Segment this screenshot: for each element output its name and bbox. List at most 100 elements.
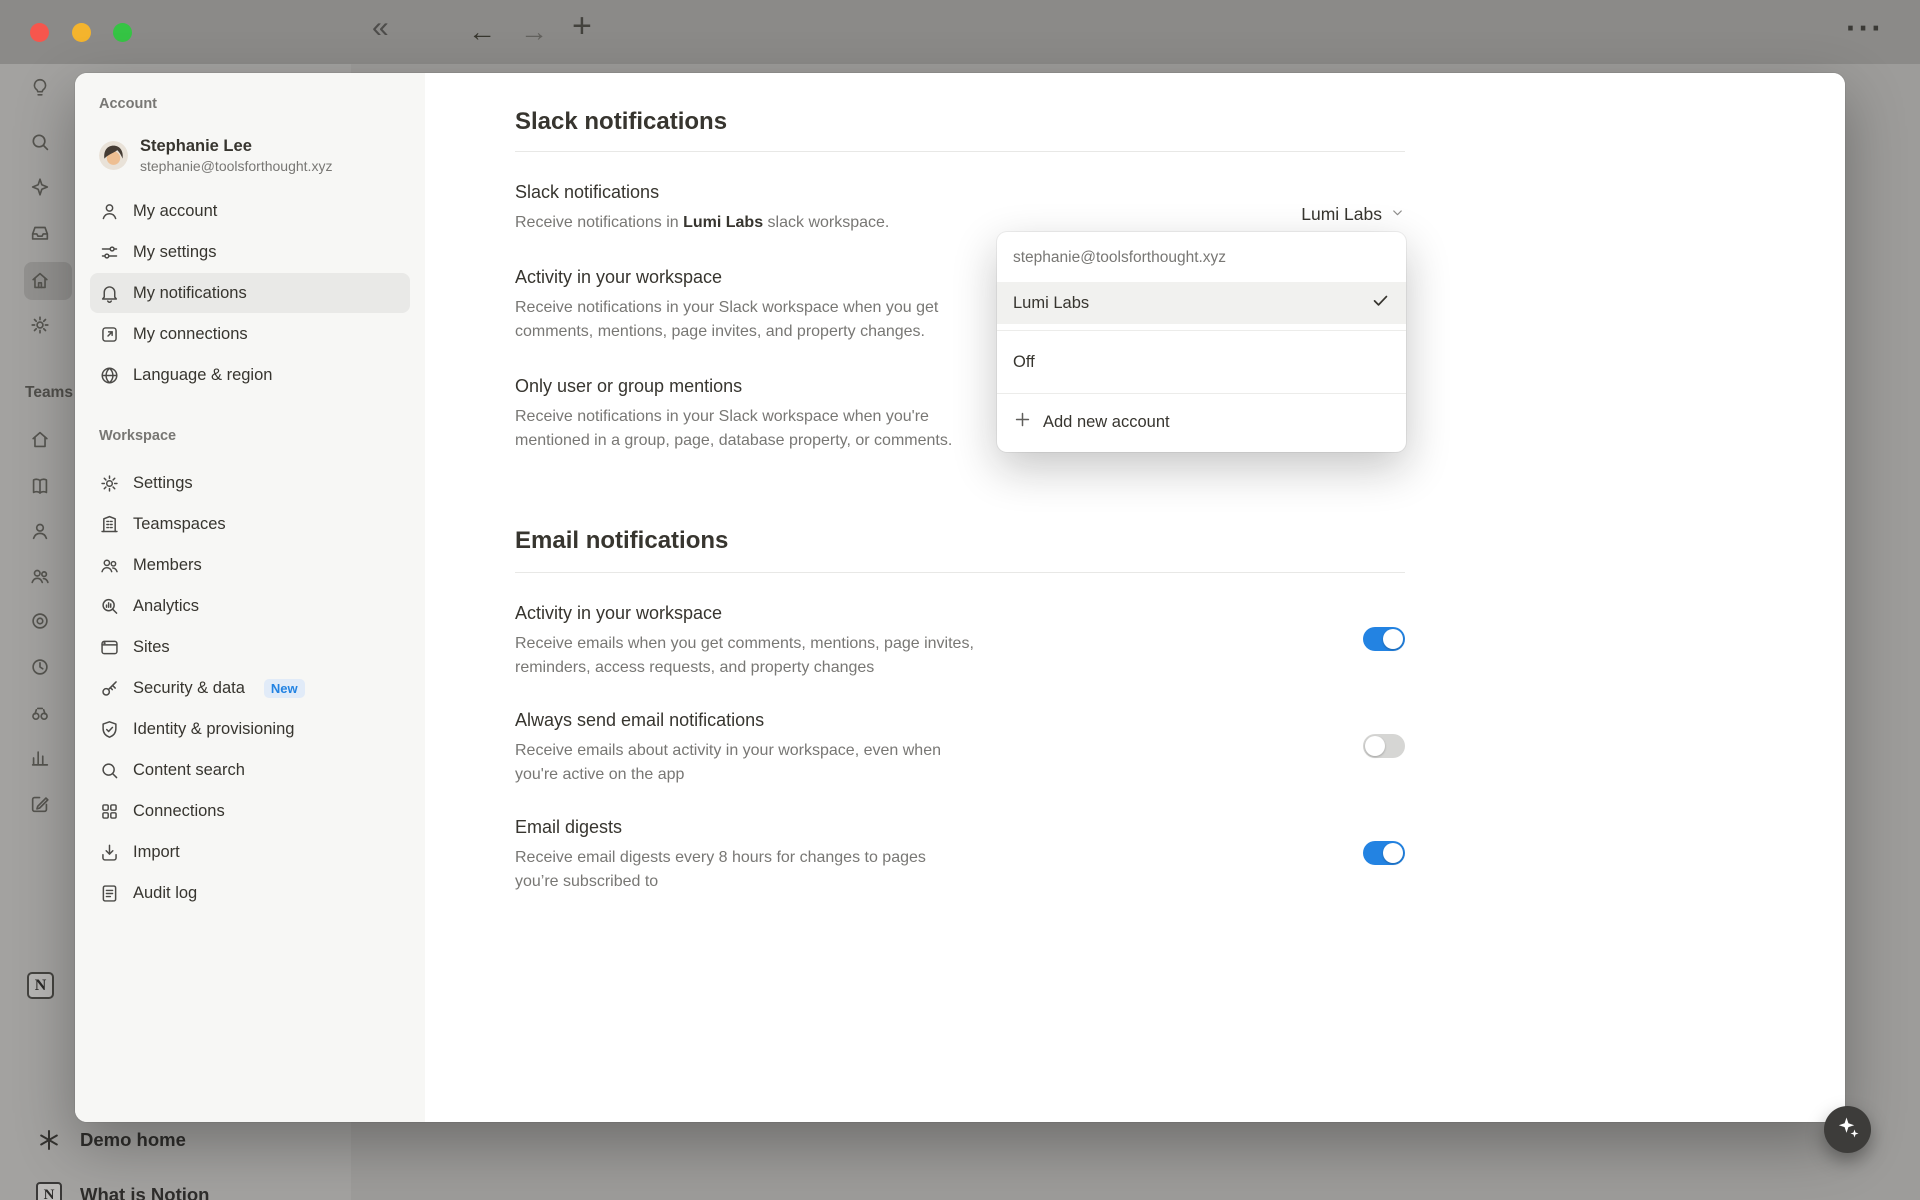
document-icon [99,883,120,904]
gear-icon [99,473,120,494]
dropdown-account-email: stephanie@toolsforthought.xyz [997,232,1406,282]
sidebar-collapse-icon[interactable]: « [372,8,389,48]
sparkle-icon [1836,1115,1860,1144]
email-always-send-row: Always send email notifications Receive … [515,708,1405,787]
notion-logo[interactable]: N [27,972,54,999]
dropdown-option-off[interactable]: Off [997,337,1406,387]
account-user-row[interactable]: Stephanie Lee stephanie@toolsforthought.… [90,131,410,179]
chevron-down-icon [1390,204,1405,225]
email-always-send-toggle[interactable] [1363,734,1405,758]
traffic-light-close[interactable] [30,23,49,42]
sidebar-item-settings[interactable]: Settings [90,463,410,503]
binoculars-icon[interactable] [29,702,51,724]
row-title: Always send email notifications [515,708,1275,732]
toggle-knob [1365,736,1385,756]
person-icon[interactable] [29,520,51,542]
people-icon[interactable] [29,565,51,587]
avatar [99,141,128,170]
new-tab-icon[interactable]: + [572,6,592,46]
window-titlebar [0,0,1920,64]
key-icon [99,678,120,699]
bell-icon [99,283,120,304]
more-options-icon[interactable]: ··· [1846,8,1884,48]
email-activity-row: Activity in your workspace Receive email… [515,601,1405,680]
user-email: stephanie@toolsforthought.xyz [140,157,332,175]
sidebar-item-audit-log[interactable]: Audit log [90,873,410,913]
traffic-light-minimize[interactable] [72,23,91,42]
inbox-icon[interactable] [29,222,51,244]
toggle-knob [1383,629,1403,649]
notion-page-icon: N [36,1182,62,1200]
building-icon [99,514,120,535]
slack-section-title: Slack notifications [515,106,1405,138]
sidebar-item-my-connections[interactable]: My connections [90,314,410,354]
sidebar-item-my-settings[interactable]: My settings [90,232,410,272]
sidebar-item-connections[interactable]: Connections [90,791,410,831]
sidebar-item-sites[interactable]: Sites [90,627,410,667]
email-section: Email notifications Activity in your wor… [515,525,1405,894]
search-icon[interactable] [29,131,51,153]
divider [997,330,1406,331]
check-icon [1371,291,1390,315]
asterisk-icon [36,1127,62,1153]
row-title: Email digests [515,815,1275,839]
people-icon [99,555,120,576]
plus-icon [1013,410,1032,434]
row-desc: Receive emails when you get comments, me… [515,632,1275,680]
dropdown-option-lumi-labs[interactable]: Lumi Labs [997,282,1406,324]
target-icon[interactable] [29,610,51,632]
lightbulb-icon[interactable] [29,77,51,99]
dropdown-add-new-account[interactable]: Add new account [997,400,1406,444]
sidebar-item-language-region[interactable]: Language & region [90,355,410,395]
chart-icon[interactable] [29,747,51,769]
gear-icon[interactable] [29,314,51,336]
email-activity-toggle[interactable] [1363,627,1405,651]
sidebar-item-my-notifications[interactable]: My notifications [90,273,410,313]
back-icon[interactable]: ← [468,12,496,52]
row-title: Activity in your workspace [515,601,1275,625]
ai-assistant-button[interactable] [1824,1106,1871,1153]
slack-workspace-dropdown: stephanie@toolsforthought.xyz Lumi Labs … [997,232,1406,452]
sidebar-item-teamspaces[interactable]: Teamspaces [90,504,410,544]
forward-icon[interactable]: → [520,12,548,52]
email-digests-row: Email digests Receive email digests ever… [515,815,1405,894]
slack-workspace-row: Slack notifications Receive notification… [515,180,1405,235]
sidebar-item-content-search[interactable]: Content search [90,750,410,790]
magnifier-chart-icon [99,596,120,617]
new-badge: New [264,679,305,698]
slack-workspace-select[interactable]: Lumi Labs [1301,204,1405,225]
user-name: Stephanie Lee [140,136,332,157]
clock-icon[interactable] [29,656,51,678]
settings-sidebar: Account Stephanie Lee stephanie@toolsfor… [75,73,425,1122]
book-icon[interactable] [29,475,51,497]
account-section-label: Account [99,95,410,113]
sidebar-item-demo-home[interactable]: Demo home [36,1127,186,1153]
sidebar-item-what-is-notion[interactable]: N What is Notion [36,1182,209,1200]
sidebar-item-label: Demo home [80,1129,186,1151]
person-icon [99,201,120,222]
sparkle-icon[interactable] [29,176,51,198]
compose-icon[interactable] [29,793,51,815]
email-digests-toggle[interactable] [1363,841,1405,865]
traffic-light-zoom[interactable] [113,23,132,42]
teams-section-label: Teams [25,384,73,402]
globe-icon [99,365,120,386]
sidebar-item-import[interactable]: Import [90,832,410,872]
sidebar-item-analytics[interactable]: Analytics [90,586,410,626]
toggle-knob [1383,843,1403,863]
settings-content: Slack notifications Slack notifications … [425,73,1845,1122]
home-icon[interactable] [29,429,51,451]
workspace-section-label: Workspace [99,427,410,445]
screen: « ← → + ··· Teams N Demo home N What is … [0,0,1920,1200]
sidebar-item-members[interactable]: Members [90,545,410,585]
divider [515,151,1405,152]
sidebar-item-my-account[interactable]: My account [90,191,410,231]
sliders-icon [99,242,120,263]
home-icon[interactable] [29,270,51,292]
sidebar-item-label: What is Notion [80,1184,209,1200]
sidebar-item-security-data[interactable]: Security & data New [90,668,410,708]
divider [515,572,1405,573]
selected-value: Lumi Labs [1301,204,1382,225]
email-section-title: Email notifications [515,525,1405,557]
sidebar-item-identity-provisioning[interactable]: Identity & provisioning [90,709,410,749]
